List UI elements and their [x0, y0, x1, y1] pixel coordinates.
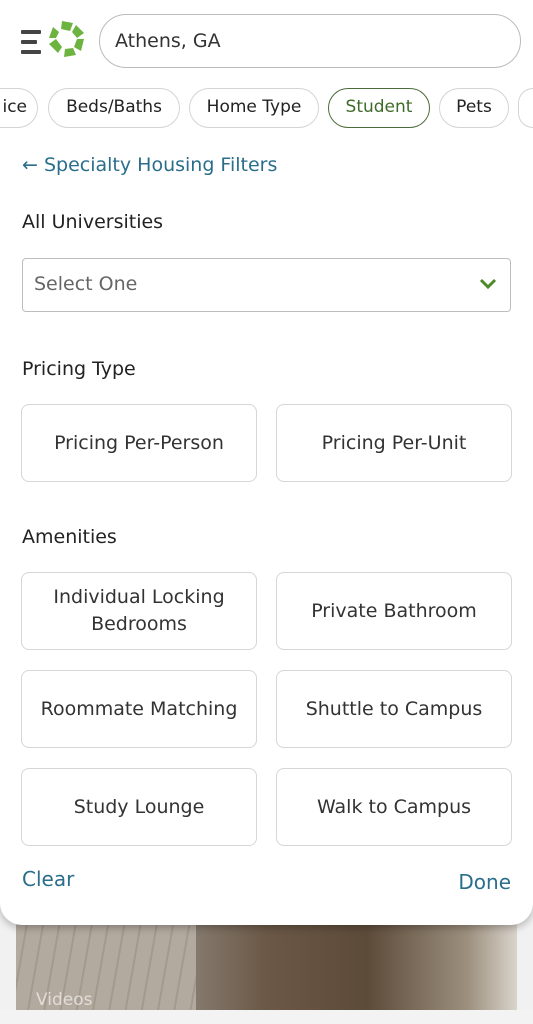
option-pricing-per-person[interactable]: Pricing Per-Person [21, 404, 257, 482]
filter-chip-home-type[interactable]: Home Type [189, 88, 319, 128]
universities-heading: All Universities [22, 211, 164, 233]
filter-panel: Athens, GA ice Beds/Baths Home Type Stud… [0, 0, 533, 925]
option-walk-to-campus[interactable]: Walk to Campus [276, 768, 512, 846]
hamburger-menu-icon[interactable] [21, 30, 43, 60]
back-link[interactable]: ← Specialty Housing Filters [22, 154, 277, 176]
university-select[interactable]: Select One [22, 258, 511, 312]
chevron-down-icon [479, 278, 497, 290]
option-individual-locking-bedrooms[interactable]: Individual Locking Bedrooms [21, 572, 257, 650]
logo-icon [49, 21, 84, 57]
bottom-strip [0, 1010, 533, 1024]
option-roommate-matching[interactable]: Roommate Matching [21, 670, 257, 748]
university-select-value: Select One [34, 273, 138, 295]
pricing-heading: Pricing Type [22, 358, 136, 380]
done-button[interactable]: Done [458, 870, 511, 894]
option-pricing-per-unit[interactable]: Pricing Per-Unit [276, 404, 512, 482]
option-study-lounge[interactable]: Study Lounge [21, 768, 257, 846]
videos-label[interactable]: Videos [36, 990, 93, 1010]
filter-chip-more[interactable] [518, 88, 533, 128]
back-label: Specialty Housing Filters [43, 154, 278, 176]
amenities-heading: Amenities [22, 526, 117, 548]
arrow-left-icon: ← [22, 154, 38, 176]
filter-chip-pets[interactable]: Pets [439, 88, 509, 128]
location-search-input[interactable]: Athens, GA [99, 14, 521, 68]
clear-button[interactable]: Clear [22, 867, 74, 891]
filter-chip-bar: ice Beds/Baths Home Type Student Pets [0, 88, 533, 128]
option-shuttle-to-campus[interactable]: Shuttle to Campus [276, 670, 512, 748]
filter-chip-beds-baths[interactable]: Beds/Baths [48, 88, 180, 128]
option-private-bathroom[interactable]: Private Bathroom [276, 572, 512, 650]
filter-chip-price[interactable]: ice [0, 88, 38, 128]
filter-chip-student[interactable]: Student [328, 88, 430, 128]
